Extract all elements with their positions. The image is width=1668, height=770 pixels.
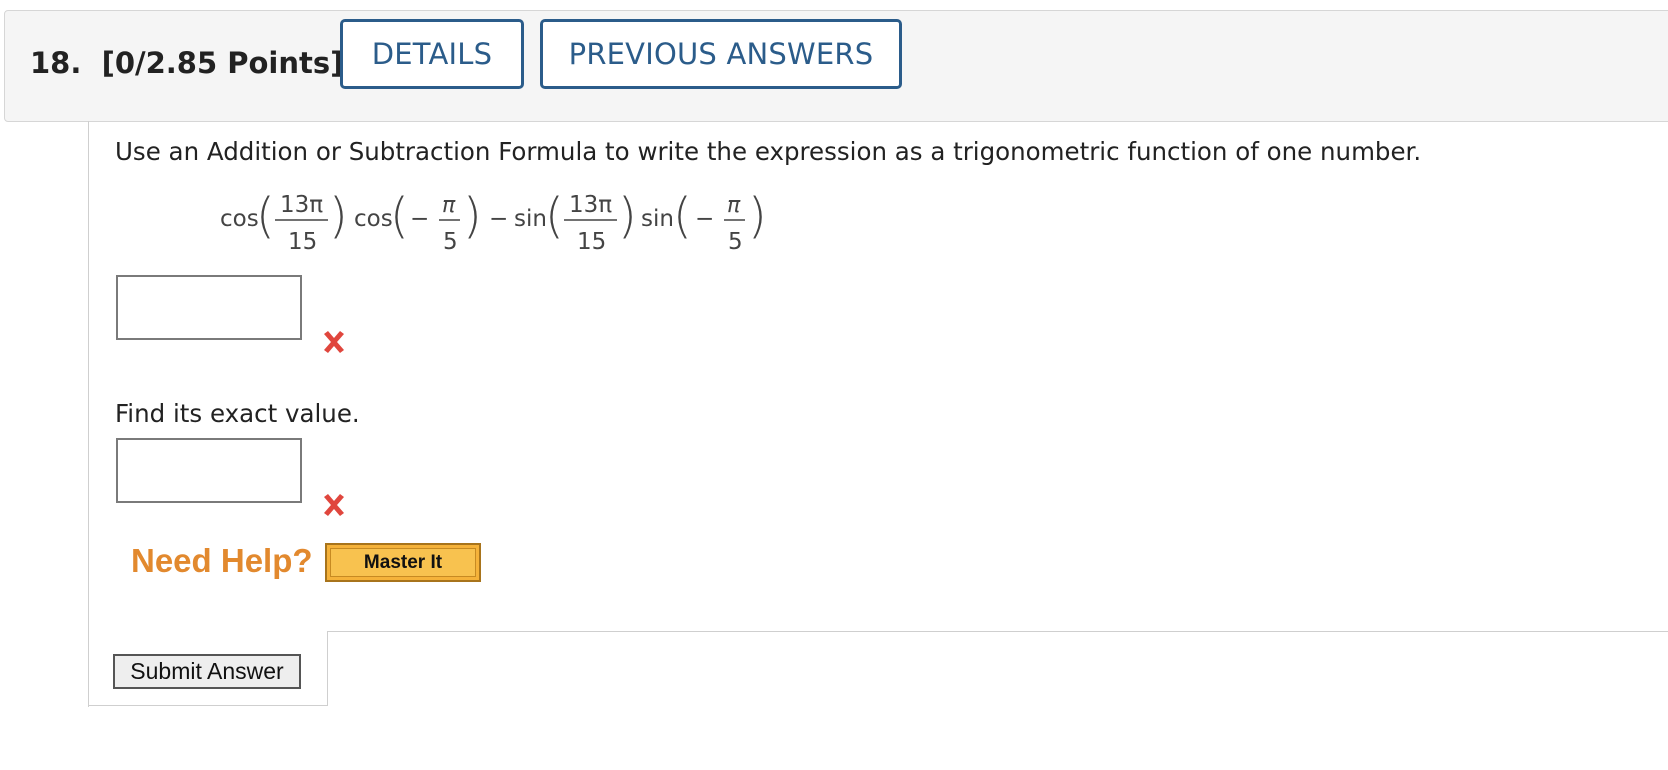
term2-sign: − [410, 206, 429, 232]
panel-divider [327, 631, 1668, 632]
term3-function: sin [514, 206, 547, 232]
panel-bottom-border [88, 705, 328, 706]
trig-expression: cos ( 13π 15 ) cos ( − π 5 ) − sin ( 13π… [218, 188, 778, 258]
term3-numerator: 13π [569, 192, 612, 218]
term2-close-paren: ) [463, 188, 482, 244]
term4-close-paren: ) [748, 188, 767, 244]
details-button[interactable]: DETAILS [340, 19, 524, 89]
panel-divider-vertical [327, 631, 328, 706]
problem-prompt: Use an Addition or Subtraction Formula t… [115, 137, 1422, 166]
term4-sign: − [695, 206, 714, 232]
term4-function: sin [641, 206, 674, 232]
answer-input-expression[interactable] [116, 275, 302, 340]
term2-function: cos [354, 206, 393, 232]
x-mark-icon [324, 494, 344, 516]
term1-numerator: 13π [280, 192, 323, 218]
term3-denominator: 15 [577, 229, 606, 255]
operator-minus: − [489, 206, 508, 232]
question-number-points: 18. [0/2.85 Points] [30, 46, 343, 80]
term1-open-paren: ( [256, 188, 275, 244]
term1-close-paren: ) [329, 188, 348, 244]
term1-function: cos [220, 206, 259, 232]
x-mark-icon [324, 331, 344, 353]
term4-denominator: 5 [728, 229, 743, 255]
need-help-label: Need Help? [131, 542, 313, 579]
term2-denominator: 5 [443, 229, 458, 255]
term3-open-paren: ( [545, 188, 564, 244]
find-exact-value-prompt: Find its exact value. [115, 399, 360, 428]
term2-open-paren: ( [390, 188, 409, 244]
question-number: 18. [30, 46, 82, 80]
question-points: [0/2.85 Points] [101, 46, 344, 80]
term2-numerator: π [442, 193, 456, 218]
term3-close-paren: ) [618, 188, 637, 244]
previous-answers-button[interactable]: PREVIOUS ANSWERS [540, 19, 902, 89]
answer-input-exact-value[interactable] [116, 438, 302, 503]
term1-denominator: 15 [288, 229, 317, 255]
master-it-button[interactable]: Master It [325, 543, 481, 582]
master-it-label: Master It [330, 548, 476, 577]
term4-numerator: π [727, 193, 741, 218]
submit-answer-button[interactable]: Submit Answer [113, 654, 301, 689]
term4-open-paren: ( [673, 188, 692, 244]
